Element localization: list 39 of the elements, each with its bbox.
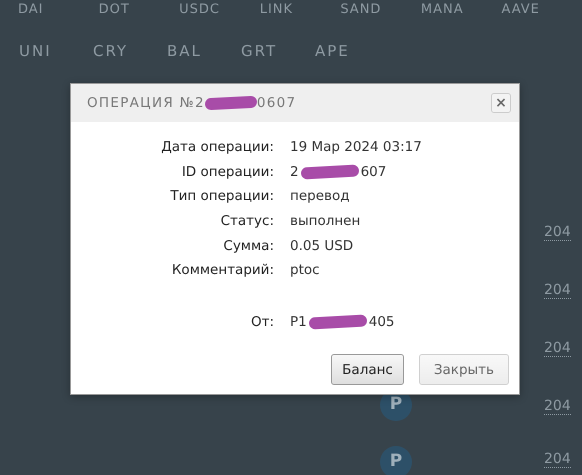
field-label: Статус: <box>220 212 274 231</box>
field-value: 2 <box>290 162 299 182</box>
field-label: Сумма: <box>222 236 274 256</box>
payment-badge: P <box>380 446 412 475</box>
amount-link[interactable]: 204 <box>544 224 571 241</box>
field-label: От: <box>250 312 274 332</box>
balance-button[interactable]: Баланс <box>331 354 404 385</box>
token-tab[interactable]: BAL <box>167 40 241 62</box>
amount-link[interactable]: 204 <box>544 282 571 299</box>
token-tab[interactable]: AAVE <box>501 0 582 20</box>
close-button[interactable]: × <box>491 93 511 113</box>
field-label: Комментарий: <box>170 261 274 280</box>
field-value: выполнен <box>290 212 360 231</box>
token-tab[interactable]: DOT <box>98 0 180 20</box>
token-tab[interactable]: USDC <box>179 0 260 20</box>
amount-link[interactable]: 204 <box>544 451 571 468</box>
field-label: Тип операции: <box>169 187 274 206</box>
close-button[interactable]: Закрыть <box>418 354 509 385</box>
token-tab[interactable]: DAI <box>18 0 99 20</box>
field-value: ptoc <box>290 261 320 280</box>
token-tab[interactable]: UNI <box>19 40 93 62</box>
field-value: 0.05 USD <box>290 236 354 256</box>
token-tab[interactable]: MANA <box>420 0 502 20</box>
token-tab[interactable]: LINK <box>260 0 340 20</box>
amount-link[interactable]: 204 <box>544 340 571 357</box>
field-value: 19 Мар 2024 03:17 <box>290 138 422 158</box>
token-tab[interactable]: SAND <box>340 0 421 20</box>
token-tab[interactable]: CRY <box>93 40 167 62</box>
amount-link[interactable]: 204 <box>544 398 571 415</box>
field-value: P1 <box>290 312 307 332</box>
token-tab[interactable]: GRT <box>241 40 315 62</box>
field-label: Дата операции: <box>160 138 274 158</box>
field-label: ID операции: <box>180 162 274 182</box>
field-value: перевод <box>290 187 350 206</box>
token-tab[interactable]: APE <box>315 40 389 62</box>
field-value: 405 <box>368 312 395 332</box>
modal-title: ОПЕРАЦИЯ №2 <box>87 94 205 113</box>
modal-title: 0607 <box>256 94 296 113</box>
field-value: 607 <box>360 162 386 182</box>
